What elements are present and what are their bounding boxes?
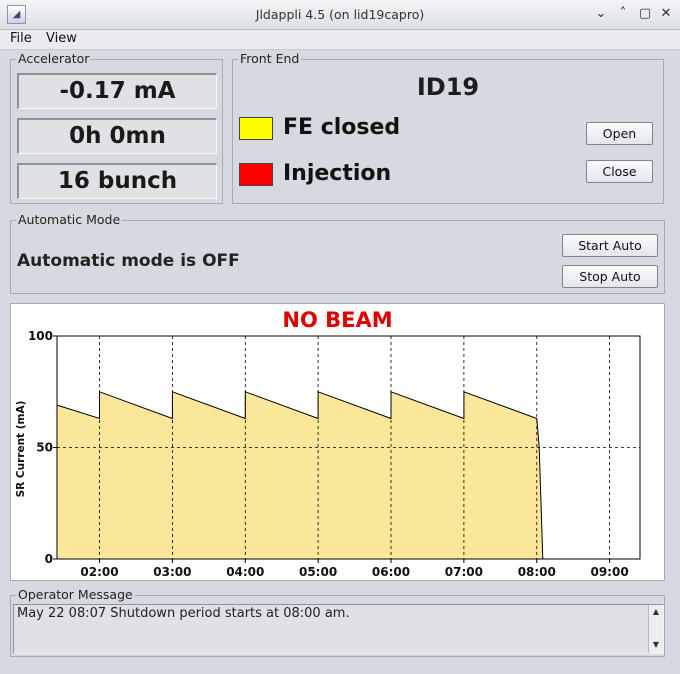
menu-view[interactable]: View [46, 31, 77, 46]
open-button[interactable]: Open [586, 122, 653, 145]
operator-message-panel-title: Operator Message [16, 587, 135, 602]
menu-bar: File View [0, 30, 680, 50]
beam-current-readout: -0.17 mA [17, 73, 217, 109]
x-tick-label: 08:00 [518, 565, 556, 579]
injection-status-indicator [239, 163, 273, 186]
injection-status-text: Injection [283, 161, 392, 186]
x-tick-label: 03:00 [153, 565, 191, 579]
chart-plot: 02:00 03:00 04:00 05:00 06:00 07:00 08:00 09:00… [15, 329, 641, 579]
message-scrollbar[interactable]: ▲ ▼ [648, 605, 663, 653]
y-tick-label: 50 [36, 441, 53, 455]
minimize-icon[interactable]: ⌄ [593, 6, 609, 22]
close-button[interactable]: Close [586, 160, 653, 183]
accelerator-panel-title: Accelerator [16, 51, 92, 66]
front-end-panel-title: Front End [238, 51, 302, 66]
restore-icon[interactable]: ˄ [615, 6, 631, 22]
x-tick-label: 09:00 [590, 565, 628, 579]
x-tick-label: 02:00 [80, 565, 118, 579]
operator-message-panel: Operator Message May 22 08:07 Shutdown p… [10, 588, 665, 657]
stop-auto-button[interactable]: Stop Auto [562, 265, 658, 288]
fe-status-indicator [239, 117, 273, 140]
window-title: Jldappli 4.5 (on lid19capro) [255, 7, 425, 22]
beamline-id: ID19 [416, 73, 480, 101]
menu-file[interactable]: File [10, 31, 32, 46]
automatic-mode-panel-title: Automatic Mode [16, 212, 123, 227]
x-tick-label: 05:00 [299, 565, 337, 579]
title-bar: ◢ Jldappli 4.5 (on lid19capro) ⌄ ˄ ▢ ✕ [0, 0, 680, 30]
front-end-panel: Front End ID19 FE closed Injection Open … [232, 52, 664, 204]
series-area [57, 391, 543, 559]
scroll-up-icon[interactable]: ▲ [651, 607, 661, 617]
automatic-mode-panel: Automatic Mode Automatic mode is OFF Sta… [10, 213, 665, 294]
lifetime-readout: 0h 0mn [17, 118, 217, 154]
automatic-mode-status: Automatic mode is OFF [17, 251, 240, 271]
operator-message-textarea[interactable]: May 22 08:07 Shutdown period starts at 0… [13, 604, 664, 654]
fe-status-text: FE closed [283, 115, 401, 140]
accelerator-panel: Accelerator -0.17 mA 0h 0mn 16 bunch [10, 52, 223, 204]
y-axis-label: SR Current (mA) [15, 401, 27, 498]
y-tick-label: 0 [45, 552, 53, 566]
start-auto-button[interactable]: Start Auto [562, 234, 658, 257]
scroll-down-icon[interactable]: ▼ [651, 640, 661, 650]
beam-current-chart: NO BEAM 02:00 03:00 04:00 05:00 06:00 07:00 08… [10, 303, 665, 581]
chart-title: NO BEAM [282, 308, 393, 332]
filling-mode-readout: 16 bunch [17, 163, 217, 199]
x-tick-label: 04:00 [226, 565, 264, 579]
maximize-icon[interactable]: ▢ [637, 6, 653, 22]
operator-message-text: May 22 08:07 Shutdown period starts at 0… [17, 606, 350, 621]
x-tick-label: 07:00 [445, 565, 483, 579]
x-tick-label: 06:00 [372, 565, 410, 579]
close-icon[interactable]: ✕ [658, 6, 674, 22]
